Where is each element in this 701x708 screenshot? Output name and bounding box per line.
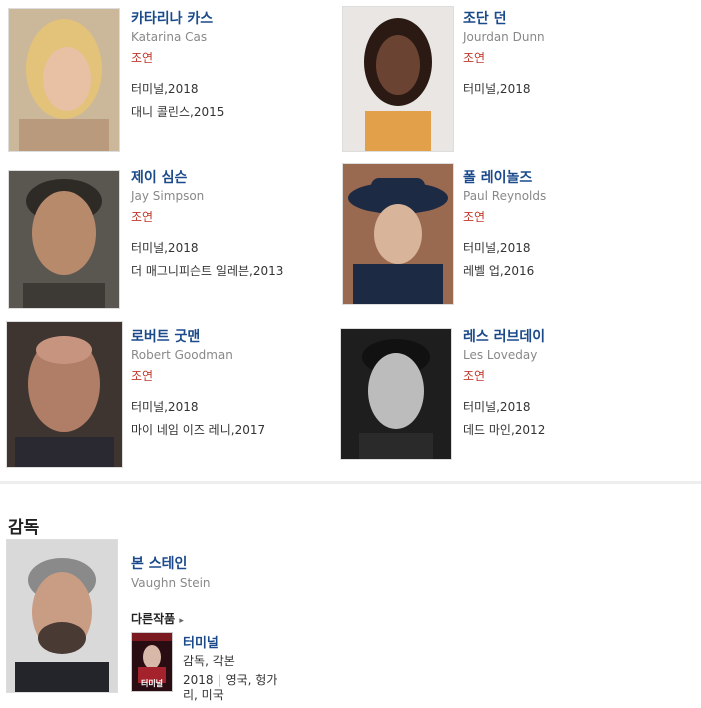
- actor-role: 조연: [463, 210, 486, 224]
- actor-name[interactable]: 카타리나 카스: [131, 8, 213, 28]
- actor-photo[interactable]: [6, 321, 123, 468]
- actor-work[interactable]: 레벨 업,2016: [463, 262, 534, 279]
- actor-name[interactable]: 로버트 굿맨: [131, 326, 200, 346]
- actor-role: 조연: [131, 369, 154, 383]
- actor-photo[interactable]: [8, 170, 120, 309]
- actor-work[interactable]: 터미널,2018: [463, 239, 530, 256]
- film-country-continued: 리, 미국: [183, 688, 224, 702]
- film-year: 2018: [183, 673, 214, 687]
- actor-name[interactable]: 레스 러브데이: [463, 326, 545, 346]
- actor-role: 조연: [463, 51, 486, 65]
- actor-english-name: Paul Reynolds: [463, 189, 547, 203]
- actor-role: 조연: [131, 210, 154, 224]
- actor-work[interactable]: 터미널,2018: [131, 398, 198, 415]
- actor-english-name: Les Loveday: [463, 348, 538, 362]
- director-english-name: Vaughn Stein: [131, 576, 211, 590]
- film-country: 영국, 헝가: [225, 673, 278, 687]
- actor-work[interactable]: 마이 네임 이즈 레니,2017: [131, 421, 265, 438]
- actor-name[interactable]: 제이 심슨: [131, 167, 187, 187]
- actor-work[interactable]: 터미널,2018: [131, 239, 198, 256]
- director-name[interactable]: 본 스테인: [131, 553, 187, 573]
- actor-english-name: Robert Goodman: [131, 348, 233, 362]
- actor-work[interactable]: 더 매그니피슨트 일레븐,2013: [131, 262, 283, 279]
- actor-name[interactable]: 폴 레이놀즈: [463, 167, 532, 187]
- more-works-label: 다른작품: [131, 612, 176, 626]
- film-poster[interactable]: 터미널: [131, 632, 173, 692]
- actor-work[interactable]: 터미널,2018: [463, 398, 530, 415]
- portrait-image: [341, 329, 451, 459]
- film-title[interactable]: 터미널: [183, 632, 219, 651]
- actor-work[interactable]: 터미널,2018: [463, 80, 530, 97]
- actor-role: 조연: [463, 369, 486, 383]
- actor-english-name: Katarina Cas: [131, 30, 208, 44]
- director-photo[interactable]: [6, 539, 118, 693]
- actor-photo[interactable]: [8, 8, 120, 152]
- actor-photo[interactable]: [342, 163, 454, 305]
- portrait-image: [7, 322, 122, 467]
- section-divider: [0, 481, 701, 484]
- actor-work[interactable]: 데드 마인,2012: [463, 421, 545, 438]
- portrait-image: [343, 164, 453, 304]
- more-works-link[interactable]: 다른작품 ▸: [131, 610, 184, 627]
- film-credit: 감독, 각본: [183, 654, 235, 668]
- section-title-director: 감독: [8, 518, 40, 538]
- actor-work[interactable]: 터미널,2018: [131, 80, 198, 97]
- portrait-image: [343, 7, 453, 151]
- actor-role: 조연: [131, 51, 154, 65]
- portrait-image: [9, 171, 119, 308]
- poster-title: 터미널: [140, 679, 164, 688]
- meta-separator: |: [217, 673, 222, 687]
- actor-english-name: Jourdan Dunn: [463, 30, 545, 44]
- portrait-image: [9, 9, 119, 151]
- actor-photo[interactable]: [340, 328, 452, 460]
- actor-name[interactable]: 조단 던: [463, 8, 507, 28]
- actor-photo[interactable]: [342, 6, 454, 152]
- portrait-image: [7, 540, 117, 692]
- actor-work[interactable]: 대니 콜린스,2015: [131, 103, 224, 120]
- actor-english-name: Jay Simpson: [131, 189, 205, 203]
- chevron-right-icon: ▸: [179, 616, 184, 626]
